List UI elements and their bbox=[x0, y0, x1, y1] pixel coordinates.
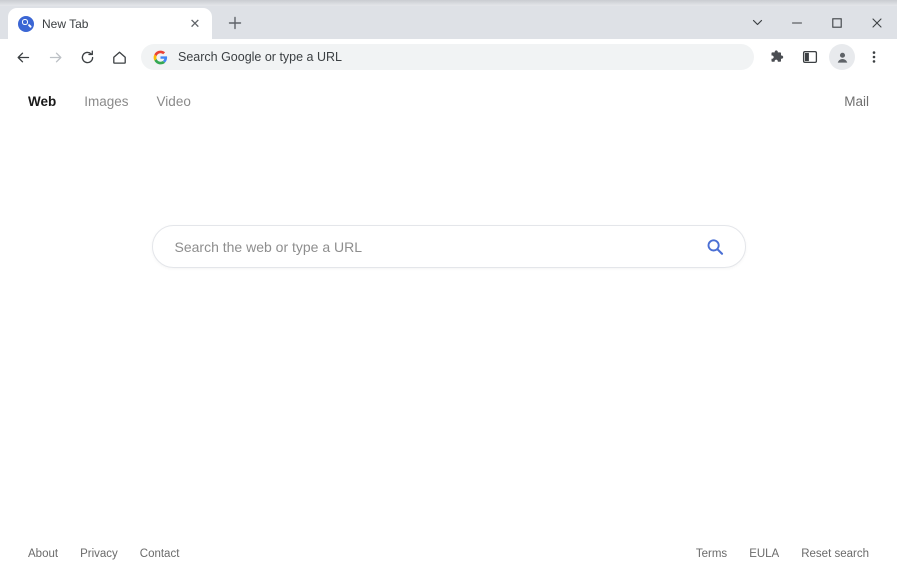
tab-strip: New Tab ✕ bbox=[0, 6, 897, 39]
home-button[interactable] bbox=[104, 42, 134, 72]
browser-window: New Tab ✕ Search Google or type a URL We… bbox=[0, 6, 897, 575]
chevron-down-icon bbox=[752, 19, 762, 26]
page-nav: Web Images Video Mail bbox=[0, 81, 897, 121]
three-dots-vertical-icon bbox=[872, 51, 876, 63]
nav-link-images[interactable]: Images bbox=[84, 94, 128, 109]
reload-icon bbox=[81, 50, 93, 63]
nav-link-mail[interactable]: Mail bbox=[844, 94, 869, 109]
search-input[interactable]: Search the web or type a URL bbox=[151, 225, 746, 268]
browser-menu-button[interactable] bbox=[859, 42, 889, 72]
home-icon bbox=[112, 51, 126, 64]
side-panel-icon bbox=[802, 50, 818, 64]
arrow-left-icon bbox=[17, 52, 29, 62]
plus-icon bbox=[228, 16, 242, 30]
footer-left-links: About Privacy Contact bbox=[28, 548, 179, 560]
extensions-button[interactable] bbox=[763, 42, 793, 72]
profile-avatar-icon bbox=[837, 52, 847, 63]
page-content: Web Images Video Mail Search the web or … bbox=[0, 75, 897, 575]
reload-button[interactable] bbox=[72, 42, 102, 72]
browser-toolbar: Search Google or type a URL bbox=[0, 39, 897, 75]
search-magnifier-icon[interactable] bbox=[705, 237, 725, 257]
search-circle-icon bbox=[18, 15, 34, 32]
search-input-placeholder: Search the web or type a URL bbox=[174, 238, 363, 255]
search-area: Search the web or type a URL bbox=[0, 121, 897, 537]
google-g-icon bbox=[153, 50, 168, 64]
address-bar-placeholder: Search Google or type a URL bbox=[178, 50, 342, 64]
footer-link-privacy[interactable]: Privacy bbox=[80, 548, 118, 560]
page-footer: About Privacy Contact Terms EULA Reset s… bbox=[0, 537, 897, 571]
footer-link-contact[interactable]: Contact bbox=[140, 548, 180, 560]
nav-link-video[interactable]: Video bbox=[157, 94, 191, 109]
new-tab-button[interactable] bbox=[222, 10, 248, 36]
arrow-right-icon bbox=[49, 52, 61, 62]
footer-link-about[interactable]: About bbox=[28, 548, 58, 560]
maximize-icon bbox=[832, 17, 842, 28]
minimize-icon bbox=[791, 21, 803, 24]
address-bar[interactable]: Search Google or type a URL bbox=[141, 44, 754, 70]
tab-search-button[interactable] bbox=[737, 6, 777, 39]
footer-link-eula[interactable]: EULA bbox=[749, 548, 779, 560]
close-icon[interactable]: ✕ bbox=[186, 15, 204, 33]
forward-button[interactable] bbox=[40, 42, 70, 72]
back-button[interactable] bbox=[8, 42, 38, 72]
maximize-button[interactable] bbox=[817, 6, 857, 39]
footer-link-terms[interactable]: Terms bbox=[696, 548, 727, 560]
tab-title: New Tab bbox=[42, 16, 89, 31]
side-panel-button[interactable] bbox=[795, 42, 825, 72]
close-button[interactable] bbox=[857, 6, 897, 39]
page-nav-links: Web Images Video bbox=[28, 94, 191, 109]
window-controls bbox=[737, 6, 897, 39]
minimize-button[interactable] bbox=[777, 6, 817, 39]
footer-right-links: Terms EULA Reset search bbox=[696, 548, 869, 560]
footer-link-reset-search[interactable]: Reset search bbox=[801, 548, 869, 560]
puzzle-icon bbox=[771, 50, 784, 62]
profile-button[interactable] bbox=[829, 44, 855, 70]
browser-tab[interactable]: New Tab ✕ bbox=[8, 8, 212, 39]
close-icon bbox=[872, 17, 882, 28]
nav-link-web[interactable]: Web bbox=[28, 94, 56, 109]
